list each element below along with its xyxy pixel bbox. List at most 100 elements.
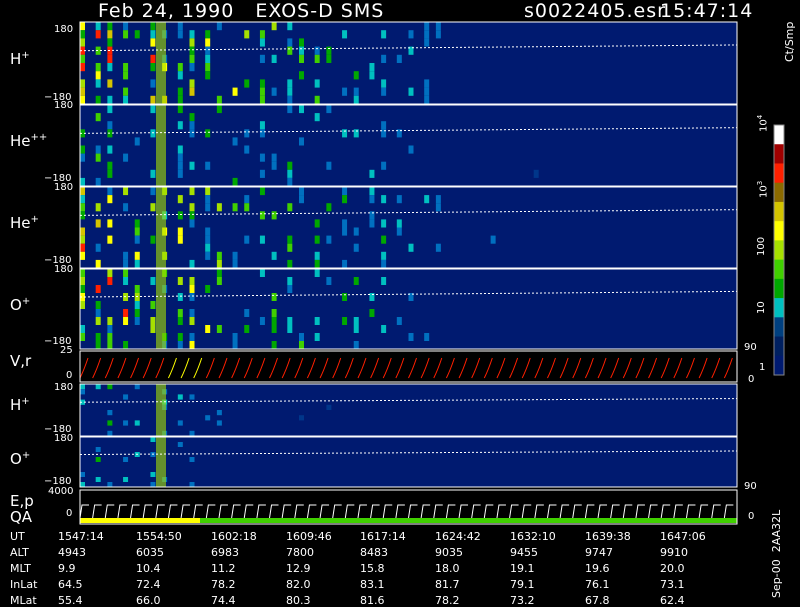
spectrogram-cell — [123, 420, 129, 426]
spectrogram-cell — [287, 243, 293, 252]
spectrogram-cell — [271, 87, 277, 96]
spectrogram-cell — [381, 195, 387, 204]
spectrogram-cell — [95, 477, 101, 482]
spectrogram-cell — [189, 87, 195, 96]
spectrogram-cell — [123, 87, 129, 96]
spectrogram-cell — [150, 317, 156, 325]
spectrogram-cell — [287, 105, 293, 114]
spectrogram-cell — [107, 277, 113, 285]
spectrogram-cell — [107, 430, 113, 436]
spectrogram-cell — [150, 437, 156, 442]
spectrogram-cell — [80, 301, 85, 309]
spectrogram-cell — [287, 46, 293, 55]
spectrogram-cell — [123, 457, 129, 462]
table-row-label: InLat — [10, 578, 38, 591]
spectrogram-cell — [107, 333, 113, 341]
table-cell: 72.4 — [136, 578, 161, 591]
spectrogram-cell — [396, 195, 402, 204]
right-tick-o2-bottom: 90 — [744, 481, 757, 492]
spectrogram-cell — [95, 113, 101, 122]
spectrogram-cell — [287, 87, 293, 96]
right-tick-ep-bottom: 0 — [748, 511, 755, 522]
spectrogram-cell — [134, 235, 140, 244]
tick-ep-mid: 0 — [66, 508, 73, 519]
spectrogram-cell — [177, 63, 183, 72]
spectrogram-cell — [342, 317, 348, 325]
footer-note: Sep-00 2AA32L — [770, 509, 783, 598]
spectrogram-cell — [123, 269, 129, 277]
table-row-label: MLT — [10, 562, 31, 575]
spectrogram-cell — [314, 333, 320, 341]
spectrogram-cell — [134, 227, 140, 236]
spectrogram-cell — [232, 87, 238, 96]
spectrogram-cell — [369, 187, 375, 196]
spectrogram-cell — [353, 341, 359, 349]
spectrogram-cell — [216, 22, 222, 31]
table-cell: 9.9 — [58, 562, 76, 575]
spectrogram-cell — [396, 317, 402, 325]
spectrogram-cell — [287, 169, 293, 178]
spectrogram-cell — [381, 325, 387, 333]
table-cell: 83.1 — [360, 578, 385, 591]
spectrogram-cell — [80, 187, 85, 196]
spectrogram-cell — [342, 227, 348, 236]
spectrogram-cell — [435, 243, 441, 252]
spectrogram-cell — [189, 293, 195, 301]
table-cell: 4943 — [58, 546, 86, 559]
table-cell: 1617:14 — [360, 530, 406, 543]
colorbar-segment — [774, 317, 784, 338]
spectrogram-cell — [314, 317, 320, 325]
table-cell: 6035 — [136, 546, 164, 559]
spectrogram-cell — [424, 38, 430, 47]
spectrogram-cell — [232, 333, 238, 341]
table-cell: 8483 — [360, 546, 388, 559]
spectrogram-cell — [150, 482, 156, 487]
spectrogram-cell — [369, 195, 375, 204]
spectrogram-cell — [189, 46, 195, 55]
spectrogram-cell — [189, 309, 195, 317]
spectrogram-cell — [150, 22, 156, 31]
spectrogram-cell — [80, 325, 85, 333]
spectrogram-cell — [189, 285, 195, 293]
spectrogram-cell — [95, 203, 101, 212]
spectrogram-cell — [326, 277, 332, 285]
spectrogram-cell — [244, 195, 250, 204]
spectrogram-cell — [271, 325, 277, 333]
tick-h2-top: 180 — [54, 382, 74, 393]
burst-band — [156, 187, 166, 268]
spectrogram-cell — [95, 153, 101, 162]
spectrogram-cell — [287, 95, 293, 104]
colorbar-label-100: 100 — [756, 236, 767, 256]
spectrogram-cell — [314, 259, 320, 268]
tick-hepp-top: 180 — [54, 100, 74, 111]
table-cell: 1609:46 — [286, 530, 332, 543]
table-cell: 76.1 — [585, 578, 610, 591]
spectrogram-cell — [326, 235, 332, 244]
spectrogram-cell — [381, 121, 387, 130]
spectrogram-cell — [326, 161, 332, 170]
spectrogram-cell — [107, 105, 113, 114]
spectrogram-cell — [134, 420, 140, 426]
spectrogram-cell — [95, 259, 101, 268]
spectrogram-cell — [287, 38, 293, 47]
spectrogram-cell — [259, 79, 265, 88]
table-cell: 9910 — [660, 546, 688, 559]
spectrogram-cell — [259, 235, 265, 244]
spectrogram-cell — [177, 121, 183, 130]
spectrogram-cell — [353, 277, 359, 285]
colorbar-label-1: 1 — [759, 362, 766, 373]
table-cell: 1554:50 — [136, 530, 182, 543]
spectrogram-cell — [369, 169, 375, 178]
spectrogram-cell — [95, 341, 101, 349]
spectrogram-cell — [271, 22, 277, 31]
spectrogram-cell — [232, 251, 238, 260]
spectrogram-cell — [205, 243, 211, 252]
spectrogram-cell — [177, 161, 183, 170]
spectrogram-cell — [177, 277, 183, 285]
spectrogram-cell — [326, 105, 332, 114]
spectrogram-cell — [353, 317, 359, 325]
spectrogram-cell — [189, 277, 195, 285]
colorbar-segment — [774, 201, 784, 222]
spectrogram-cell — [80, 333, 85, 341]
table-cell: 18.0 — [435, 562, 460, 575]
